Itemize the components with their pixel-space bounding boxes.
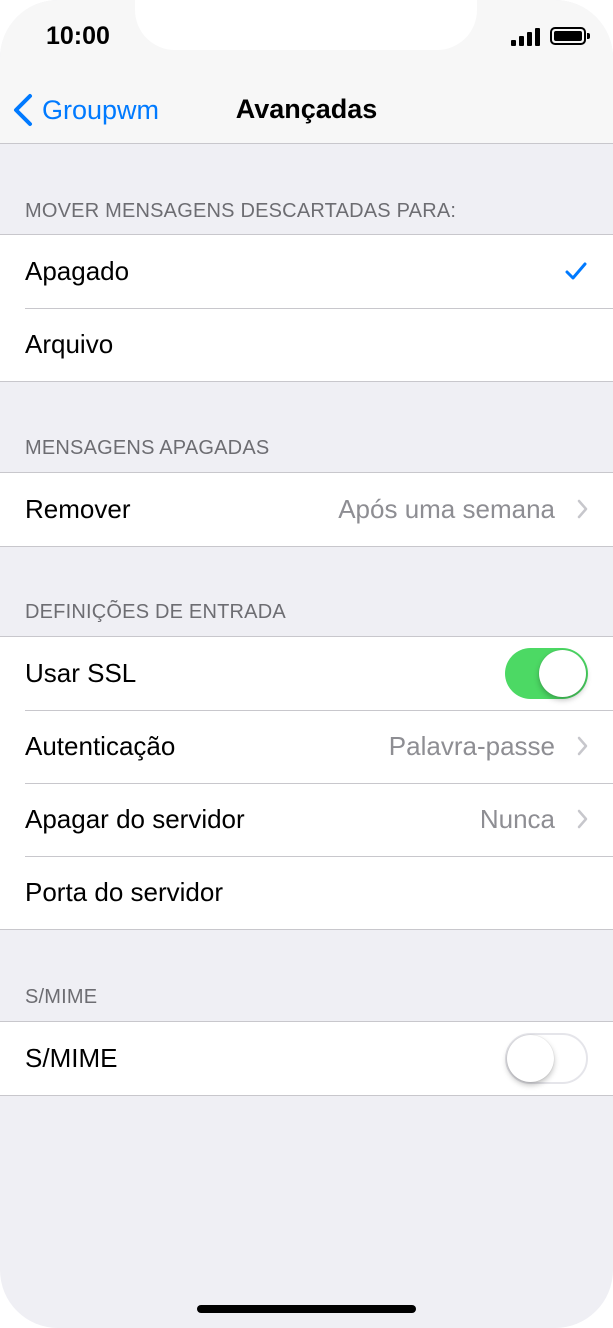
group-smime: S/MIME	[0, 1021, 613, 1096]
chevron-right-icon	[577, 809, 588, 829]
toggle-knob	[539, 650, 586, 697]
row-label: Apagar do servidor	[25, 804, 245, 834]
chevron-right-icon	[577, 499, 588, 519]
row-label: Apagado	[25, 256, 130, 286]
setting-row-porta-do-servidor[interactable]: Porta do servidor	[0, 856, 613, 929]
row-value: Nunca	[479, 804, 555, 834]
setting-row-remover[interactable]: Remover Após uma semana	[0, 473, 613, 546]
notch	[135, 0, 477, 50]
status-bar: 10:00	[0, 0, 613, 80]
setting-row-smime: S/MIME	[0, 1022, 613, 1095]
row-label: S/MIME	[25, 1043, 118, 1073]
chevron-right-icon	[577, 736, 588, 756]
status-time: 10:00	[46, 22, 110, 50]
row-label: Arquivo	[25, 329, 114, 359]
toggle-knob	[507, 1035, 554, 1082]
setting-row-apagar-do-servidor[interactable]: Apagar do servidor Nunca	[0, 783, 613, 856]
setting-row-usar-ssl: Usar SSL	[0, 637, 613, 710]
section-header-smime: S/MIME	[25, 986, 98, 1008]
home-indicator[interactable]	[197, 1305, 416, 1313]
row-label: Usar SSL	[25, 658, 137, 688]
section-header-move-messages: MOVER MENSAGENS DESCARTADAS PARA:	[25, 200, 457, 222]
ssl-toggle[interactable]	[505, 648, 588, 699]
setting-row-autenticacao[interactable]: Autenticação Palavra-passe	[0, 710, 613, 783]
group-move-messages: Apagado Arquivo	[0, 234, 613, 382]
smime-toggle[interactable]	[505, 1033, 588, 1084]
battery-icon	[550, 27, 590, 45]
page-title: Avançadas	[235, 94, 378, 124]
section-header-incoming-settings: DEFINIÇÕES DE ENTRADA	[25, 601, 286, 623]
row-label: Remover	[25, 494, 131, 524]
row-value: Palavra-passe	[388, 731, 555, 761]
checkmark-icon	[565, 262, 587, 280]
row-label: Porta do servidor	[25, 877, 223, 907]
phone-screen: 10:00 Groupwm Avançadas MOVER MENSAGENS …	[0, 0, 613, 1328]
option-row-arquivo[interactable]: Arquivo	[0, 308, 613, 381]
option-row-apagado[interactable]: Apagado	[0, 235, 613, 308]
row-label: Autenticação	[25, 731, 176, 761]
navigation-bar: Groupwm Avançadas	[0, 80, 613, 144]
section-header-deleted-messages: MENSAGENS APAGADAS	[25, 437, 270, 459]
group-deleted-messages: Remover Após uma semana	[0, 472, 613, 547]
cellular-signal-icon	[511, 28, 541, 46]
group-incoming-settings: Usar SSL Autenticação Palavra-passe Apag…	[0, 636, 613, 930]
row-value: Após uma semana	[338, 494, 555, 524]
